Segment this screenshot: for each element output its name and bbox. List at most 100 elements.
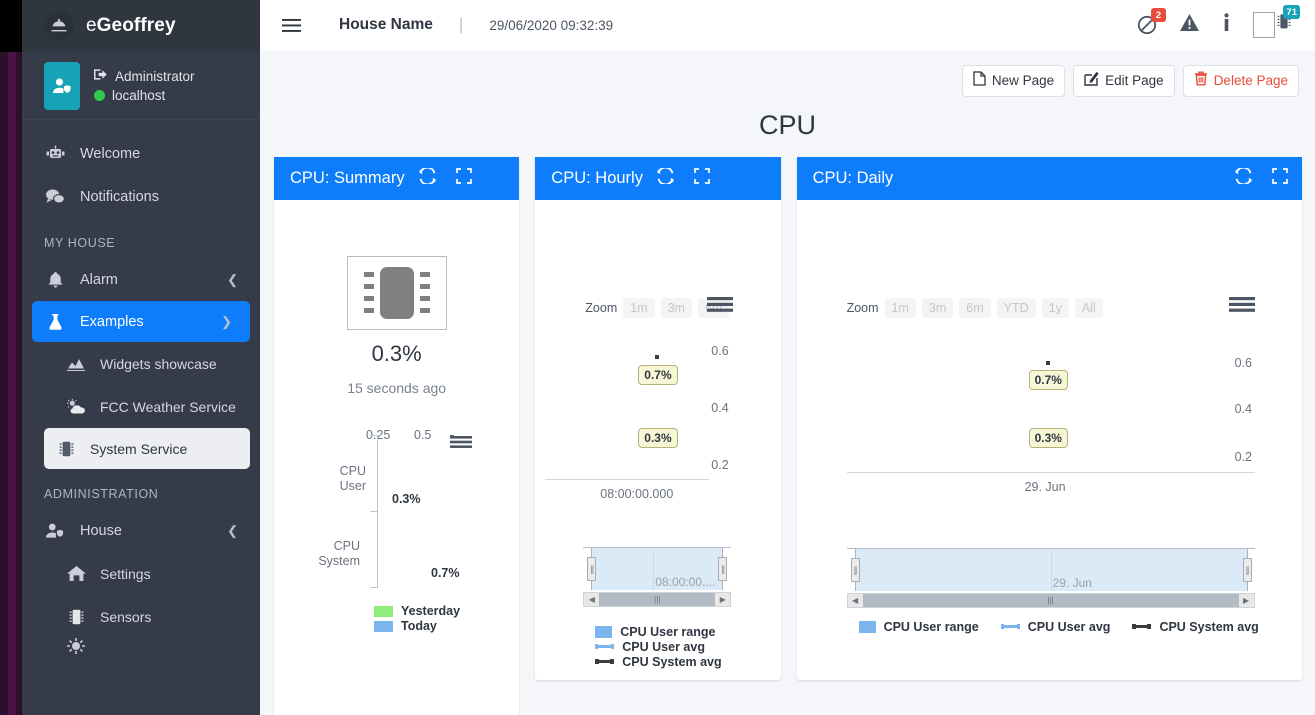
refresh-icon[interactable] — [418, 166, 436, 189]
status-badge: 2 — [1151, 8, 1166, 22]
y-tick-label: 0.2 — [711, 457, 729, 472]
legend-swatch — [858, 620, 876, 633]
legend-item[interactable]: Today — [374, 619, 460, 634]
zoom-button-1m[interactable]: 1m — [623, 297, 655, 318]
chevron-left-icon[interactable]: ❮ — [227, 272, 238, 288]
navigator[interactable]: || || 08:00:00.... ◀ ||| ▶ — [583, 546, 732, 607]
legend-item[interactable]: CPU User avg — [595, 640, 721, 654]
chart-legend: CPU User range CPU User avg CPU System a… — [858, 619, 1259, 634]
new-page-button[interactable]: New Page — [961, 65, 1066, 97]
user-name: Administrator — [115, 68, 195, 84]
card-header: CPU: Daily — [796, 156, 1303, 200]
zoom-button-3m[interactable]: 3m — [660, 297, 692, 318]
legend-item[interactable]: CPU System avg — [1132, 620, 1259, 634]
no-entry-icon[interactable]: 2 — [1137, 8, 1166, 35]
blank-box — [1253, 12, 1275, 38]
brand-name-light: e — [86, 15, 97, 36]
card-cpu-summary: CPU: Summary 0.3% 15 seconds ago 0.25 0.… — [274, 156, 520, 715]
arrow-right-icon[interactable]: ▶ — [715, 592, 731, 606]
card-cpu-daily: CPU: Daily Zoom 1m 3m 6m YTD 1y All 0.6 … — [796, 156, 1303, 680]
sidebar-item-examples[interactable]: Examples ❯ — [32, 301, 250, 342]
summary-bar-chart: 0.25 0.5 CPU User CPU System 0.3% 0.7% Y… — [274, 418, 519, 633]
zoom-button-ytd[interactable]: YTD — [996, 297, 1036, 318]
legend-item[interactable]: CPU User range — [595, 625, 721, 639]
expand-icon[interactable] — [455, 167, 472, 189]
legend-item[interactable]: CPU User range — [858, 620, 979, 634]
expand-icon[interactable] — [694, 167, 710, 189]
navigator-scrollbar[interactable]: ◀ ||| ▶ — [583, 591, 732, 607]
avatar — [44, 61, 80, 110]
user-host-row: localhost — [94, 88, 195, 103]
expand-icon[interactable] — [1272, 167, 1288, 189]
sidebar-item-sensors[interactable]: Sensors — [22, 595, 260, 638]
grid-line — [846, 471, 1255, 473]
arrow-left-icon[interactable]: ◀ — [847, 593, 863, 607]
page-title: CPU — [758, 109, 816, 140]
sidebar-item-alarm[interactable]: Alarm ❮ — [22, 258, 260, 301]
blank-chip-icon[interactable]: 71 — [1253, 5, 1300, 38]
context-menu-icon[interactable] — [450, 434, 472, 454]
zoom-button-6m[interactable]: 6m — [959, 297, 991, 318]
edit-page-button[interactable]: Edit Page — [1073, 65, 1175, 97]
navigator-handle-left[interactable]: || — [587, 556, 597, 581]
sidebar-item-house[interactable]: House ❮ — [22, 509, 260, 552]
sidebar-item-label: Notifications — [80, 188, 159, 205]
brand-header[interactable]: eGeoffrey — [22, 0, 260, 52]
tooltip-user-avg: 0.3% — [1028, 427, 1068, 448]
category-label: CPU System — [318, 538, 360, 568]
sidebar-item-system-service[interactable]: System Service — [44, 428, 250, 469]
tooltip-user-avg: 0.3% — [638, 427, 678, 448]
navigator-handle-right[interactable]: || — [1242, 557, 1252, 582]
legend-label: CPU User avg — [1027, 619, 1111, 634]
cpu-current-value: 0.3% — [371, 340, 422, 366]
card-cpu-hourly: CPU: Hourly Zoom 1m 3m 6m 0.6 0.4 0.2 0.… — [535, 156, 781, 680]
chart-legend: Yesterday Today — [374, 604, 460, 634]
sidebar-item-label: Widgets showcase — [100, 355, 217, 372]
warning-triangle-icon[interactable] — [1179, 13, 1200, 37]
chevron-down-icon[interactable]: ❯ — [221, 314, 232, 330]
navigator[interactable]: || || 29. Jun ◀ ||| ▶ — [846, 547, 1255, 608]
refresh-icon[interactable] — [1235, 166, 1253, 189]
navigator-x-label: 29. Jun — [1052, 575, 1092, 590]
context-menu-icon[interactable] — [707, 296, 734, 318]
arrow-left-icon[interactable]: ◀ — [584, 592, 600, 606]
legend-item[interactable]: CPU User avg — [1000, 619, 1111, 634]
hamburger-icon[interactable] — [282, 18, 301, 33]
axis-tick — [370, 586, 378, 588]
zoom-button-1m[interactable]: 1m — [884, 297, 916, 318]
legend-item[interactable]: CPU System avg — [595, 655, 722, 669]
navigator-handle-left[interactable]: || — [850, 557, 860, 582]
delete-page-button[interactable]: Delete Page — [1182, 65, 1299, 97]
sidebar-item-welcome[interactable]: Welcome — [22, 132, 260, 175]
sidebar-item-fcc-weather-service[interactable]: FCC Weather Service — [22, 385, 260, 428]
logout-icon[interactable] — [94, 68, 108, 84]
topbar-right-icons: 2 71 — [1137, 5, 1315, 38]
navigator-handle-right[interactable]: || — [718, 556, 728, 581]
refresh-icon[interactable] — [656, 166, 674, 189]
legend-line — [1132, 624, 1152, 630]
sidebar-item-notifications[interactable]: Notifications — [22, 175, 260, 218]
legend-item[interactable]: Yesterday — [374, 604, 460, 619]
x-tick-label: 08:00:00.000 — [600, 486, 674, 501]
scrollbar-thumb[interactable]: ||| — [599, 592, 716, 606]
sidebar-item-partial-next[interactable] — [22, 638, 260, 654]
zoom-button-3m[interactable]: 3m — [921, 297, 954, 318]
context-menu-icon[interactable] — [1228, 296, 1255, 318]
user-box[interactable]: Administrator localhost — [22, 52, 260, 120]
scrollbar-thumb[interactable]: ||| — [862, 593, 1239, 607]
sidebar-item-widgets-showcase[interactable]: Widgets showcase — [22, 342, 260, 385]
info-icon[interactable] — [1222, 13, 1231, 37]
zoom-button-all[interactable]: All — [1074, 297, 1103, 318]
sidebar-item-label: Sensors — [100, 608, 152, 625]
data-point-system — [655, 354, 660, 359]
zoom-button-1y[interactable]: 1y — [1041, 297, 1069, 318]
y-tick-label: 0.6 — [1234, 355, 1252, 370]
card-title: CPU: Hourly — [551, 168, 643, 187]
file-icon — [973, 71, 986, 91]
arrow-right-icon[interactable]: ▶ — [1238, 593, 1254, 607]
navigator-scrollbar[interactable]: ◀ ||| ▶ — [846, 592, 1255, 608]
robot-icon — [44, 145, 66, 162]
zoom-range-selector: Zoom 1m 3m 6m YTD 1y All — [847, 297, 1103, 318]
chevron-left-icon[interactable]: ❮ — [227, 523, 238, 539]
sidebar-item-settings[interactable]: Settings — [22, 552, 260, 595]
